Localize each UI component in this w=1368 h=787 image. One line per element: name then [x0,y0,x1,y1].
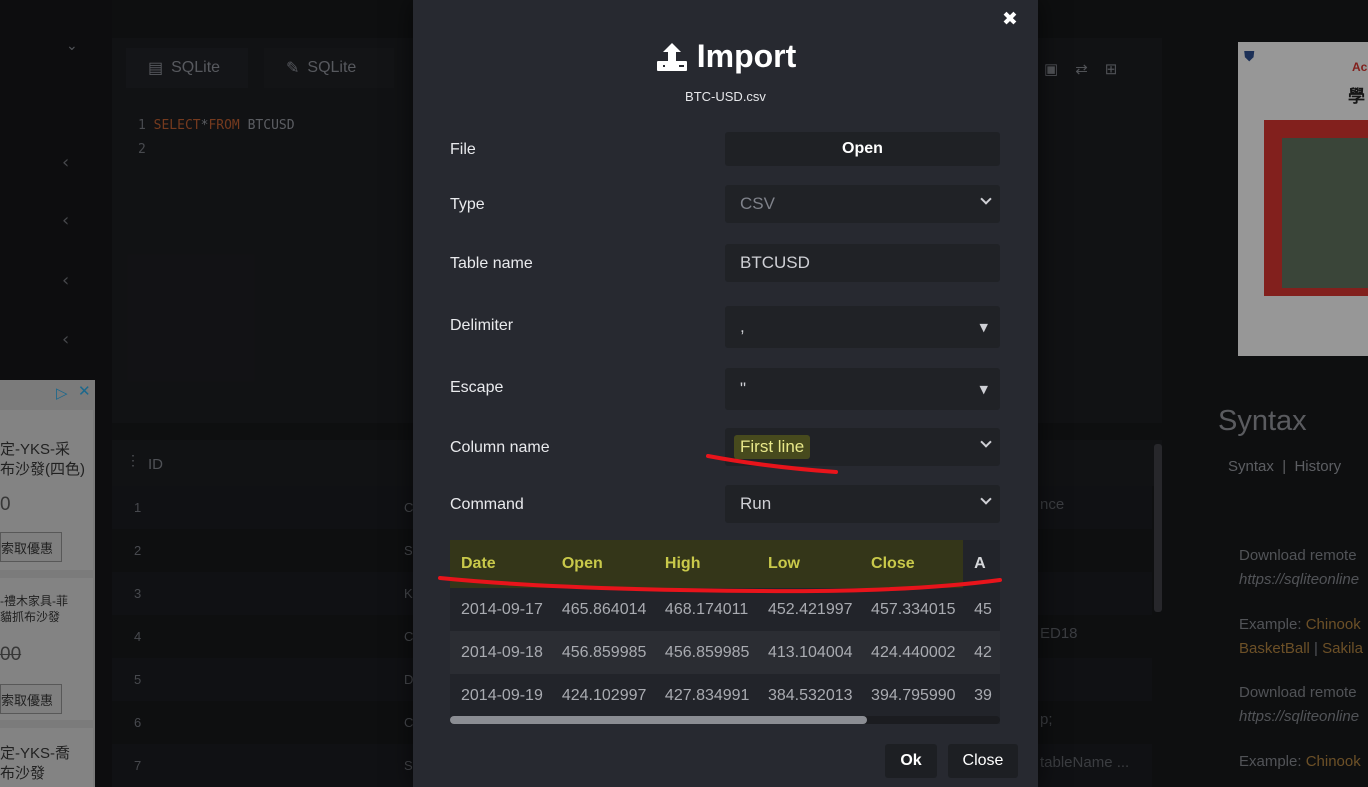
column-name-label: Column name [450,439,550,456]
file-name: BTC-USD.csv [685,89,766,104]
preview-header-cell: Date [450,540,551,588]
chevron-down-icon [980,193,992,205]
file-label: File [450,141,476,158]
close-icon[interactable]: ✖ [1002,8,1018,30]
open-file-button[interactable]: Open [725,132,1000,166]
preview-cell: 39 [974,686,992,704]
preview-header-cell: Low [756,540,861,588]
delimiter-value: , [740,317,745,336]
close-button[interactable]: Close [948,744,1018,778]
preview-cell: 424.440002 [860,631,964,674]
column-name-value: First line [734,435,811,459]
table-name-value: BTCUSD [740,253,810,272]
caret-down-icon[interactable]: ▼ [980,383,988,396]
command-value: Run [740,494,772,513]
preview-cell: 45 [974,600,992,618]
scrollbar-thumb[interactable] [450,716,867,724]
preview-header-cell: Close [860,540,964,588]
type-select-value: CSV [740,194,775,213]
chevron-down-icon [980,436,992,448]
preview-cell: 465.864014 [561,600,647,618]
csv-preview-table[interactable]: Date Open High Low Close A 2014-09-17 465… [450,540,1000,724]
dialog-title-text: Import [696,38,797,74]
command-select[interactable]: Run [725,485,1000,523]
escape-value: " [740,379,747,398]
preview-cell: 2014-09-19 [461,686,543,704]
upload-icon [656,42,687,71]
preview-row: 2014-09-19 424.102997 427.834991 384.532013… [450,674,1000,717]
preview-cell: 413.104004 [756,631,861,674]
preview-cell: 2014-09-17 [461,600,543,618]
delimiter-combobox[interactable]: , ▼ [725,306,1000,348]
table-name-input[interactable]: BTCUSD [725,244,1000,282]
preview-cell: 456.859985 [653,631,757,674]
dialog-title: Import [413,38,1038,75]
column-name-select[interactable]: First line [725,428,1000,466]
type-select[interactable]: CSV [725,185,1000,223]
delimiter-label: Delimiter [450,317,514,334]
preview-header-cell: High [653,540,757,588]
command-label: Command [450,496,524,513]
preview-header-cell: A [963,540,1000,588]
preview-cell: 457.334015 [871,600,956,618]
escape-label: Escape [450,379,504,396]
ok-button[interactable]: Ok [885,744,937,778]
table-name-label: Table name [450,255,533,272]
preview-cell: 2014-09-18 [450,631,551,674]
caret-down-icon[interactable]: ▼ [980,321,988,334]
preview-cell: 424.102997 [561,686,647,704]
type-label: Type [450,196,485,213]
preview-cell: 42 [963,631,1000,674]
escape-combobox[interactable]: " ▼ [725,368,1000,410]
preview-cell: 427.834991 [664,686,750,704]
preview-cell: 452.421997 [767,600,853,618]
chevron-down-icon [980,493,992,505]
preview-cell: 384.532013 [767,686,853,704]
preview-cell: 456.859985 [550,631,654,674]
preview-row: 2014-09-17 465.864014 468.174011 452.421997… [450,588,1000,631]
preview-header-row: Date Open High Low Close A [450,540,1000,588]
import-dialog: ✖ Import BTC-USD.csv File Open Type CSV … [413,0,1038,787]
preview-header-cell: Open [550,540,654,588]
preview-row: 2014-09-18 456.859985 456.859985 413.104004… [450,631,1000,674]
preview-cell: 468.174011 [664,600,749,618]
preview-cell: 394.795990 [871,686,956,704]
preview-horizontal-scrollbar[interactable] [450,716,1000,724]
